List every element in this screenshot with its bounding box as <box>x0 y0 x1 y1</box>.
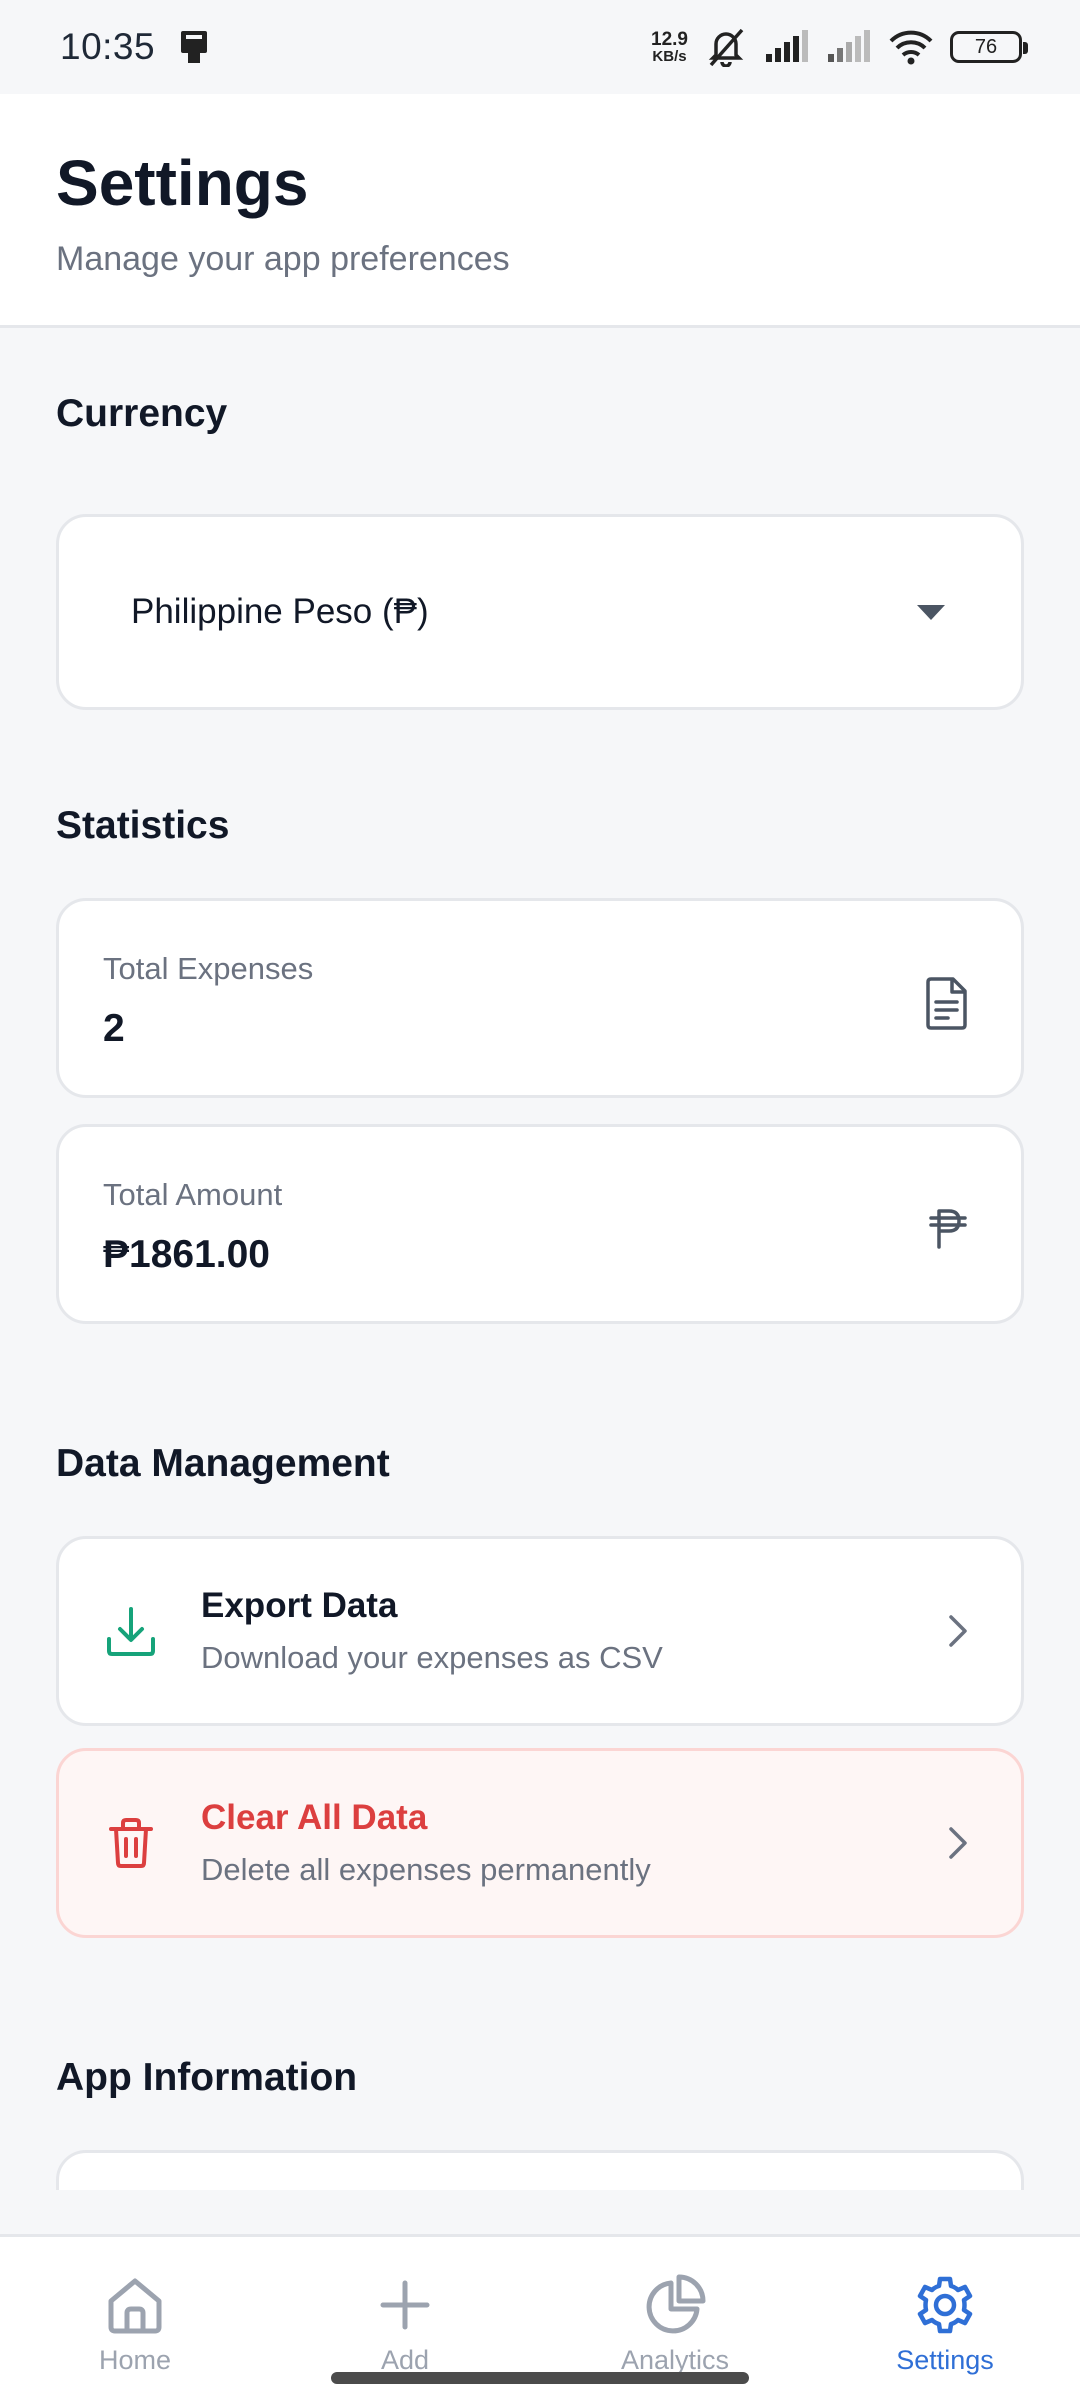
total-expenses-value: 2 <box>103 1007 125 1050</box>
total-expenses-card: Total Expenses 2 <box>56 898 1024 1098</box>
wifi-icon <box>889 30 933 65</box>
app-information-section-title: App Information <box>56 2056 358 2099</box>
clear-all-data-title: Clear All Data <box>201 1798 428 1837</box>
total-amount-label: Total Amount <box>103 1177 283 1212</box>
signal-icon <box>766 30 808 62</box>
page-header: Settings Manage your app preferences <box>0 94 1080 328</box>
clear-all-data-description: Delete all expenses permanently <box>201 1852 651 1887</box>
total-expenses-label: Total Expenses <box>103 951 314 986</box>
nav-item-home[interactable]: Home <box>0 2237 270 2400</box>
trash-icon <box>109 1818 153 1868</box>
export-data-title: Export Data <box>201 1586 398 1625</box>
export-data-description: Download your expenses as CSV <box>201 1640 663 1675</box>
plus-icon <box>380 2280 430 2330</box>
nav-label-home: Home <box>98 2345 172 2375</box>
download-icon <box>107 1607 155 1656</box>
network-speed: 12.9 KB/s <box>651 29 688 65</box>
total-amount-value: ₱1861.00 <box>103 1233 270 1276</box>
home-icon <box>108 2278 162 2334</box>
statistics-section-title: Statistics <box>56 804 230 847</box>
app-information-card <box>56 2150 1024 2190</box>
currency-section-title: Currency <box>56 392 228 435</box>
chevron-right-icon <box>949 1827 967 1859</box>
dropdown-caret-icon <box>917 604 945 620</box>
pie-chart-icon <box>646 2274 706 2334</box>
bell-muted-icon <box>708 28 744 67</box>
total-amount-card: Total Amount ₱1861.00 <box>56 1124 1024 1324</box>
device-icon <box>181 31 208 63</box>
signal-2-icon <box>828 30 870 62</box>
document-icon <box>926 977 967 1030</box>
settings-content[interactable]: Currency Philippine Peso (₱) Statistics … <box>0 328 1080 2190</box>
peso-icon <box>929 1209 967 1249</box>
data-management-section-title: Data Management <box>56 1442 390 1485</box>
home-indicator[interactable] <box>331 2372 749 2384</box>
nav-item-settings[interactable]: Settings <box>810 2237 1080 2400</box>
page-title: Settings <box>56 147 309 219</box>
gear-icon <box>917 2276 973 2334</box>
chevron-right-icon <box>949 1615 967 1647</box>
currency-dropdown[interactable]: Philippine Peso (₱) <box>56 514 1024 710</box>
battery-indicator: 76 <box>950 31 1028 63</box>
status-bar: 10:35 12.9 KB/s 76 <box>0 0 1080 94</box>
currency-selected-value: Philippine Peso (₱) <box>131 592 429 631</box>
status-time: 10:35 <box>60 26 156 67</box>
nav-label-settings: Settings <box>896 2345 994 2375</box>
page-subtitle: Manage your app preferences <box>56 240 510 279</box>
export-data-button[interactable]: Export Data Download your expenses as CS… <box>56 1536 1024 1726</box>
clear-all-data-button[interactable]: Clear All Data Delete all expenses perma… <box>56 1748 1024 1938</box>
